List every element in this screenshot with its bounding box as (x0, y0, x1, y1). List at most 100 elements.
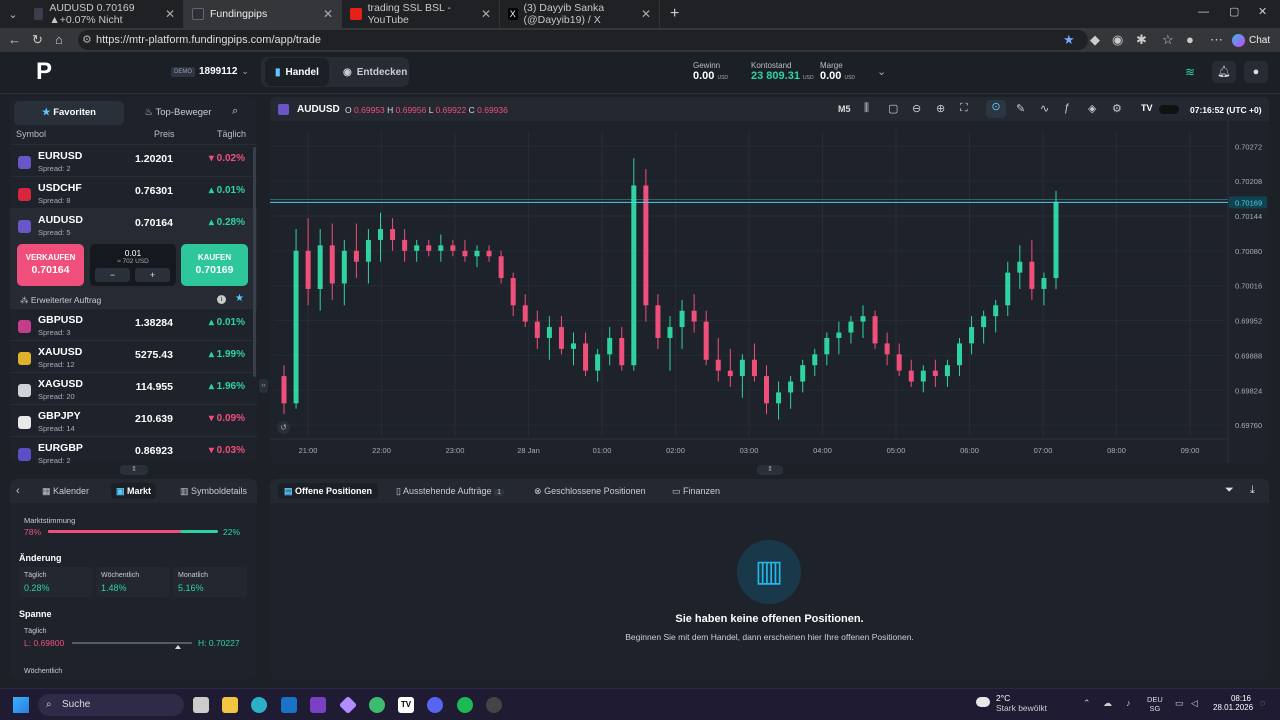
favorite-star-icon[interactable]: ★ (235, 293, 244, 304)
lot-size-input[interactable]: 0.01 (90, 248, 176, 258)
search-icon[interactable]: ⌕ (232, 105, 238, 118)
back-icon[interactable]: ← (8, 32, 21, 47)
extension-icon[interactable]: ◆ (1090, 32, 1100, 48)
settings-icon[interactable]: ⚙ (1112, 102, 1122, 115)
network-icon[interactable]: ▭ (1175, 698, 1184, 709)
mail-icon[interactable] (310, 697, 326, 713)
watchlist-row[interactable]: XAUUSD Spread: 12 5275.43 ▴ 1.99% (10, 340, 257, 372)
lot-decrease-button[interactable]: − (95, 268, 130, 282)
watchlist-row[interactable]: XAGUSD Spread: 20 114.955 ▴ 1.96% (10, 372, 257, 404)
scrollbar[interactable] (253, 147, 256, 377)
tab-trade[interactable]: ▮ Handel (265, 58, 329, 86)
tab-top-movers[interactable]: ♨ Top-Beweger (128, 101, 228, 125)
spotify-icon[interactable] (457, 697, 473, 713)
advanced-order-link[interactable]: ⁂ Erweiterter Auftrag (20, 295, 101, 306)
home-icon[interactable]: ⌂ (55, 32, 63, 47)
tradingview-icon[interactable]: TV (398, 697, 414, 713)
crosshair-icon[interactable]: ⊙ (986, 100, 1006, 118)
tab-list-button[interactable]: ⌄ (0, 8, 26, 21)
extensions-icon[interactable]: ✱ (1136, 32, 1147, 48)
reload-icon[interactable]: ↻ (32, 32, 43, 48)
weather-widget[interactable]: 2°C Stark bewölkt (976, 693, 1047, 713)
side-collapse-handle[interactable]: ‹› (259, 379, 268, 393)
tab-closed-positions[interactable]: ⊗ Geschlossene Positionen (534, 486, 646, 497)
outlook-icon[interactable] (281, 697, 297, 713)
indicator-icon[interactable]: ∿ (1040, 102, 1049, 115)
function-icon[interactable]: ƒ (1064, 102, 1070, 114)
rectangle-icon[interactable]: ▢ (888, 102, 898, 115)
candle-type-icon[interactable]: ⫼ (864, 102, 869, 115)
cloud-icon[interactable]: ☁ (1103, 698, 1112, 709)
discord-icon[interactable] (427, 697, 443, 713)
watchlist-row[interactable]: GBPJPY Spread: 14 210.639 ▾ 0.09% (10, 404, 257, 436)
zoom-out-icon[interactable]: ⊖ (912, 102, 921, 115)
windows-start-icon[interactable] (13, 697, 29, 713)
user-menu-button[interactable]: ● (1244, 61, 1268, 83)
star-icon[interactable]: ★ (1063, 32, 1075, 48)
lot-increase-button[interactable]: + (135, 268, 170, 282)
site-info-icon[interactable]: ⚙ (82, 30, 92, 50)
browser-tab-audusd[interactable]: AUDUSD 0.70169 ▲+0.07% Nicht ✕ (26, 0, 184, 28)
tab-calendar[interactable]: ▦ Kalender (42, 486, 89, 497)
app-logo[interactable]: P (36, 59, 60, 85)
edge-icon[interactable] (251, 697, 267, 713)
panel-resize-handle[interactable]: ⇕ (120, 465, 148, 475)
filter-icon[interactable]: ⏷ (1225, 484, 1234, 497)
chevron-left-icon[interactable]: ‹ (16, 485, 20, 497)
reset-chart-icon[interactable]: ↺ (277, 421, 290, 434)
tab-favorites[interactable]: ★ Favoriten (14, 101, 124, 125)
timeframe-button[interactable]: M5 (838, 104, 851, 114)
more-icon[interactable]: ⋯ (1210, 32, 1223, 48)
layers-icon[interactable]: ◈ (1088, 102, 1096, 115)
zoom-in-icon[interactable]: ⊕ (936, 102, 945, 115)
tab-explore[interactable]: ◉ Entdecken (333, 58, 417, 86)
tab-finance[interactable]: ▭ Finanzen (672, 486, 720, 497)
close-icon[interactable]: ✕ (323, 7, 333, 21)
tab-open-positions[interactable]: ▤ Offene Positionen (278, 483, 379, 499)
volume-icon[interactable]: ◁ (1191, 698, 1198, 709)
watchlist-row[interactable]: USDCHF Spread: 8 0.76301 ▴ 0.01% (10, 176, 257, 208)
copilot-chat-button[interactable]: Chat (1232, 31, 1270, 49)
buy-button[interactable]: KAUFEN 0.70169 (181, 244, 248, 286)
new-tab-button[interactable]: + (670, 5, 679, 23)
browser-tab-x[interactable]: X (3) Dayyib Sanka (@Dayyib19) / X ✕ (500, 0, 660, 28)
task-view-icon[interactable] (193, 697, 209, 713)
app-icon[interactable] (369, 697, 385, 713)
download-icon[interactable]: ⤓ (1250, 484, 1255, 497)
account-selector[interactable]: DEMO 1899112 ⌄ (171, 66, 249, 77)
stats-expand-chevron-icon[interactable]: ⌄ (877, 65, 886, 78)
pencil-icon[interactable]: ✎ (1016, 102, 1025, 115)
file-explorer-icon[interactable] (222, 697, 238, 713)
minimize-button[interactable]: — (1198, 6, 1209, 18)
maximize-button[interactable]: ▢ (1229, 5, 1239, 18)
chart-resize-handle[interactable]: ⇕ (757, 465, 783, 475)
chart-symbol[interactable]: AUDUSD (297, 104, 340, 115)
extension-icon[interactable]: ◉ (1112, 32, 1123, 48)
microphone-icon[interactable]: ♪ (1126, 698, 1131, 708)
watchlist-row[interactable]: GBPUSD Spread: 3 1.38284 ▴ 0.01% (10, 308, 257, 340)
fullscreen-icon[interactable]: ⛶ (960, 102, 968, 115)
tray-chevron-icon[interactable]: ⌃ (1083, 698, 1091, 709)
window-close-button[interactable]: ✕ (1258, 5, 1267, 18)
candlestick-chart[interactable]: 0.70272 0.70208 0.70144 0.70080 0.70016 0.699… (270, 121, 1269, 463)
close-icon[interactable]: ✕ (481, 7, 491, 21)
browser-tab-fundingpips[interactable]: Fundingpips ✕ (184, 0, 342, 28)
tab-symbol-details[interactable]: ▥ Symboldetails (180, 486, 247, 497)
clock[interactable]: 08:16 28.01.2026 (1213, 694, 1253, 712)
profile-icon[interactable]: ● (1186, 32, 1194, 47)
tab-pending-orders[interactable]: ▯ Ausstehende Aufträge 1 (396, 486, 504, 497)
notifications-button[interactable]: 🔔︎ (1212, 61, 1236, 83)
language-indicator[interactable]: DEU SG (1147, 695, 1163, 713)
sell-button[interactable]: VERKAUFEN 0.70164 (17, 244, 84, 286)
app-icon[interactable] (338, 695, 358, 715)
close-icon[interactable]: ✕ (641, 7, 651, 21)
browser-tab-youtube[interactable]: trading SSL BSL - YouTube ✕ (342, 0, 500, 28)
url-field[interactable]: ⚙ https://mtr-platform.fundingpips.com/a… (78, 30, 1088, 50)
app-icon[interactable] (486, 697, 502, 713)
theme-toggle[interactable] (1159, 105, 1179, 114)
close-icon[interactable]: ✕ (165, 7, 175, 21)
watchlist-row[interactable]: EURGBP Spread: 2 0.86923 ▾ 0.03% (10, 436, 257, 468)
tab-market[interactable]: ▣ Markt (111, 483, 157, 499)
notifications-icon[interactable]: ◌ (1260, 698, 1265, 708)
watchlist-row[interactable]: EURUSD Spread: 2 1.20201 ▾ 0.02% (10, 144, 257, 176)
